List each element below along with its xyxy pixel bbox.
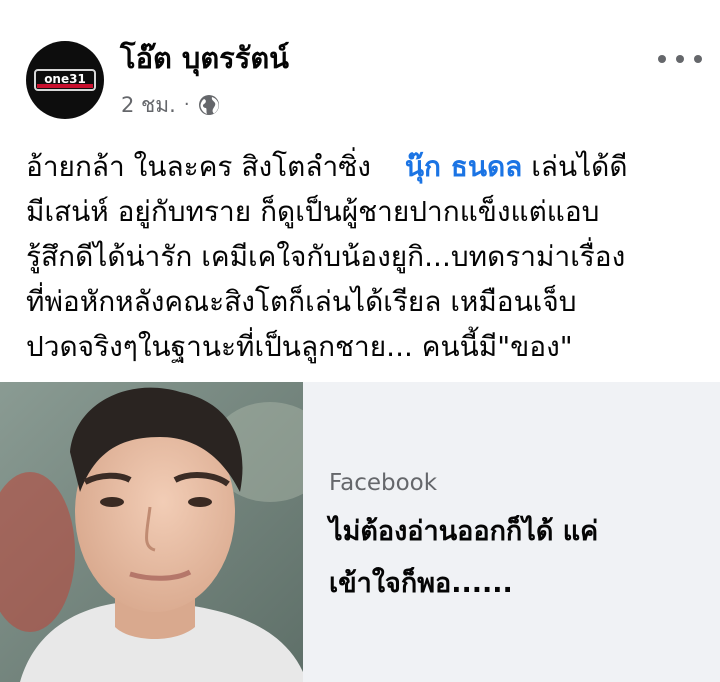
link-title-line: เข้าใจก็พอ...... bbox=[329, 568, 513, 599]
link-preview-card[interactable]: Facebook ไม่ต้องอ่านออกก็ได้ แค่ เข้าใจก… bbox=[0, 382, 720, 682]
post-header: one31 โอ๊ต บุตรรัตน์ 2 ชม. · bbox=[0, 0, 720, 130]
post-text-line: อ้ายกล้า ในละคร สิงโตลำซิ่ง นุ๊ก ธนดล เล่… bbox=[26, 150, 628, 183]
post-meta: 2 ชม. · bbox=[121, 90, 220, 120]
globe-icon[interactable] bbox=[198, 94, 220, 116]
link-title[interactable]: ไม่ต้องอ่านออกก็ได้ แค่ เข้าใจก็พอ...... bbox=[329, 506, 689, 610]
post-text-line: ที่พ่อหักหลังคณะสิงโตก็เล่นได้เรียล เหมื… bbox=[26, 285, 577, 318]
post-text: อ้ายกล้า ในละคร สิงโตลำซิ่ง นุ๊ก ธนดล เล่… bbox=[26, 144, 706, 369]
author-name[interactable]: โอ๊ต บุตรรัตน์ bbox=[120, 38, 289, 78]
link-thumbnail[interactable] bbox=[0, 382, 303, 682]
link-card-info: Facebook ไม่ต้องอ่านออกก็ได้ แค่ เข้าใจก… bbox=[329, 382, 699, 682]
post-text-line: ปวดจริงๆในฐานะที่เป็นลูกชาย... คนนี้มี"ข… bbox=[26, 330, 573, 363]
more-dot-icon bbox=[676, 55, 684, 63]
mention-link[interactable]: นุ๊ก ธนดล bbox=[405, 150, 522, 183]
one31-logo: one31 bbox=[34, 69, 96, 91]
avatar[interactable]: one31 bbox=[26, 41, 104, 119]
link-source: Facebook bbox=[329, 470, 438, 496]
post-time[interactable]: 2 ชม. bbox=[121, 90, 176, 120]
post-text-line: รู้สึกดีได้น่ารัก เคมีเคใจกับน้องยูกิ...… bbox=[26, 240, 626, 273]
more-dot-icon bbox=[694, 55, 702, 63]
more-options-button[interactable] bbox=[658, 48, 702, 70]
more-dot-icon bbox=[658, 55, 666, 63]
portrait-image bbox=[0, 382, 303, 682]
meta-separator: · bbox=[183, 94, 190, 115]
link-title-line: ไม่ต้องอ่านออกก็ได้ แค่ bbox=[329, 516, 599, 547]
post-text-line: มีเสน่ห์ อยู่กับทราย ก็ดูเป็นผู้ชายปากแข… bbox=[26, 195, 600, 228]
svg-text:one31: one31 bbox=[44, 72, 86, 86]
